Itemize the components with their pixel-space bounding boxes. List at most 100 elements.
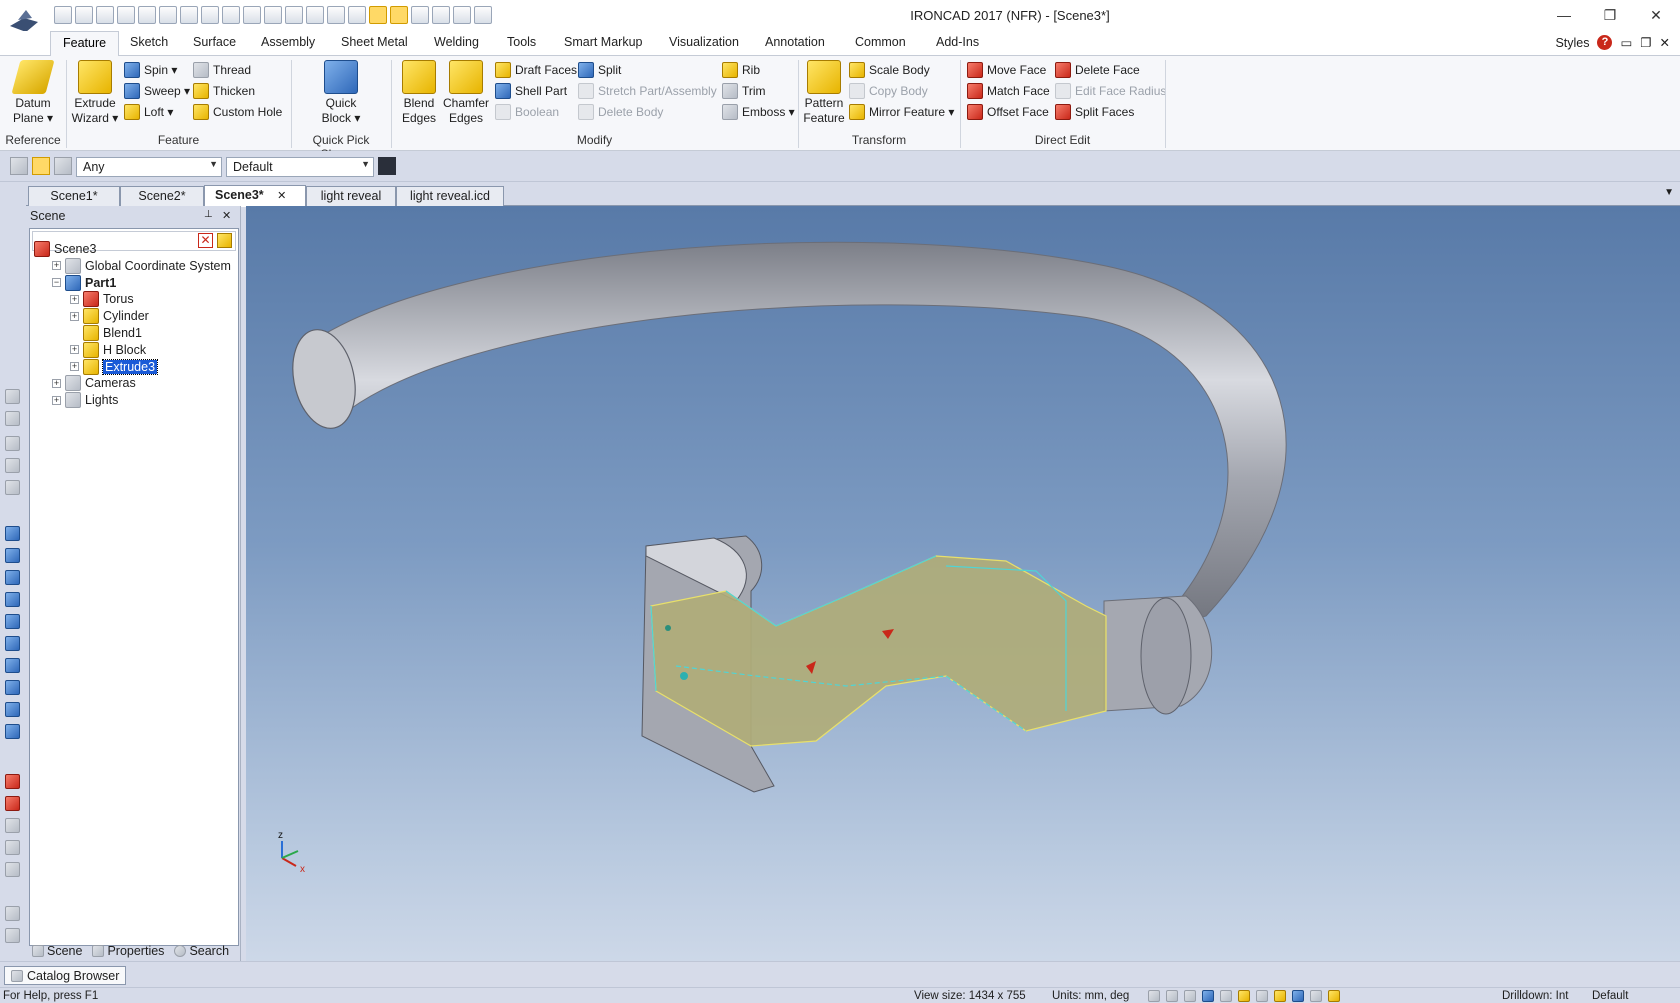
thread-button[interactable]: Thread: [193, 62, 251, 78]
tab-tools[interactable]: Tools: [507, 35, 536, 49]
styles-button[interactable]: Styles: [1555, 36, 1589, 50]
tree-expander-icon[interactable]: +: [70, 362, 79, 372]
panel-close-icon[interactable]: ✕: [222, 209, 231, 222]
draft-faces-button[interactable]: Draft Faces: [495, 62, 577, 78]
loft-button[interactable]: Loft ▾: [124, 104, 173, 120]
tree-node[interactable]: Blend1: [70, 325, 142, 341]
hierarchy-icon[interactable]: [378, 157, 396, 175]
maximize-button[interactable]: ❐: [1596, 4, 1624, 26]
edit-face-radius-button[interactable]: Edit Face Radius: [1055, 83, 1166, 99]
boolean-button[interactable]: Boolean: [495, 104, 559, 120]
catalog-browser-button[interactable]: Catalog Browser: [4, 966, 127, 985]
delete-body-button[interactable]: Delete Body: [578, 104, 663, 120]
pointer-icon[interactable]: [1328, 990, 1340, 1002]
angle-icon[interactable]: [5, 818, 20, 833]
mirror-feature-button[interactable]: Mirror Feature ▾: [849, 104, 954, 120]
zoom-icon[interactable]: [1166, 990, 1178, 1002]
view-tool-icon[interactable]: [5, 480, 20, 495]
view-orient-icon[interactable]: [5, 658, 20, 673]
tool-icon[interactable]: [1256, 990, 1268, 1002]
tree-expander-icon[interactable]: +: [52, 395, 61, 405]
extrude-wizard-button[interactable]: Extrude Wizard ▾: [70, 60, 120, 126]
tree-expander-icon[interactable]: +: [70, 311, 79, 321]
split-faces-button[interactable]: Split Faces: [1055, 104, 1134, 120]
doc-tab-scene2[interactable]: Scene2*: [120, 186, 204, 206]
delete-face-button[interactable]: Delete Face: [1055, 62, 1140, 78]
selection-filter-combo[interactable]: Any ▼: [76, 157, 222, 177]
pin-icon[interactable]: ⊥: [204, 209, 213, 220]
view-orient-icon[interactable]: [5, 680, 20, 695]
tree-node[interactable]: + Cylinder: [70, 308, 149, 325]
tab-close-icon[interactable]: ✕: [277, 190, 286, 202]
match-face-button[interactable]: Match Face: [967, 83, 1050, 99]
measure-icon[interactable]: [5, 796, 20, 811]
doc-tab-light-reveal-icd[interactable]: light reveal.icd: [396, 186, 504, 206]
tree-node[interactable]: + H Block: [70, 341, 146, 358]
ribbon-minimize-icon[interactable]: ▭: [1620, 35, 1632, 50]
panel-tab-scene[interactable]: Scene: [32, 943, 82, 959]
anchor-handle-icon[interactable]: [680, 672, 688, 680]
trim-button[interactable]: Trim: [722, 83, 766, 99]
panel-tab-search[interactable]: Search: [174, 943, 229, 959]
curve-tool-icon[interactable]: [5, 906, 20, 921]
view-tool-icon[interactable]: [5, 458, 20, 473]
move-face-button[interactable]: Move Face: [967, 62, 1046, 78]
close-button[interactable]: ✕: [1642, 4, 1670, 26]
circle-tool-icon[interactable]: [5, 862, 20, 877]
view-tool-icon[interactable]: [5, 389, 20, 404]
panel-tab-properties[interactable]: Properties: [92, 943, 164, 959]
tree-expander-icon[interactable]: −: [52, 278, 61, 288]
tab-visualization[interactable]: Visualization: [669, 35, 739, 49]
tool-icon[interactable]: [1238, 990, 1250, 1002]
tab-feature[interactable]: Feature: [50, 31, 120, 57]
snap-icon[interactable]: [1220, 990, 1232, 1002]
tool-icon[interactable]: [1292, 990, 1304, 1002]
render-icon[interactable]: [1184, 990, 1196, 1002]
view-orient-icon[interactable]: [5, 570, 20, 585]
tree-node[interactable]: + Global Coordinate System: [52, 257, 231, 274]
stretch-part-button[interactable]: Stretch Part/Assembly: [578, 83, 717, 99]
tree-expander-icon[interactable]: +: [52, 378, 61, 388]
tree-node[interactable]: Scene3: [34, 241, 96, 257]
scale-body-button[interactable]: Scale Body: [849, 62, 930, 78]
view-tool-icon[interactable]: [5, 411, 20, 426]
tree-expander-icon[interactable]: +: [52, 261, 61, 271]
view-orient-icon[interactable]: [5, 702, 20, 717]
3d-viewport[interactable]: z x: [246, 206, 1680, 961]
cylinder-body[interactable]: [1103, 595, 1213, 715]
minimize-button[interactable]: —: [1550, 4, 1578, 26]
sweep-button[interactable]: Sweep ▾: [124, 83, 190, 99]
pattern-feature-button[interactable]: Pattern Feature: [802, 60, 846, 126]
tree-expander-icon[interactable]: +: [70, 294, 79, 304]
tool-icon[interactable]: [1310, 990, 1322, 1002]
datum-plane-button[interactable]: Datum Plane ▾: [8, 60, 58, 126]
view-orient-icon[interactable]: [5, 614, 20, 629]
doc-tab-scene3[interactable]: Scene3* ✕: [204, 185, 306, 207]
view-orient-icon[interactable]: [5, 526, 20, 541]
arrow-select-icon[interactable]: [32, 157, 50, 175]
tab-sketch[interactable]: Sketch: [130, 35, 168, 49]
doc-tab-scene1[interactable]: Scene1*: [28, 186, 120, 206]
ribbon-close-icon[interactable]: ✕: [1660, 35, 1670, 50]
tab-welding[interactable]: Welding: [434, 35, 479, 49]
custom-hole-button[interactable]: Custom Hole: [193, 104, 282, 120]
tree-node[interactable]: − Part1: [52, 274, 116, 291]
blend-edges-button[interactable]: Blend Edges: [397, 60, 441, 126]
view-orient-icon[interactable]: [5, 548, 20, 563]
tab-surface[interactable]: Surface: [193, 35, 236, 49]
tab-sheet-metal[interactable]: Sheet Metal: [341, 35, 408, 49]
tabs-dropdown-icon[interactable]: ▼: [1664, 187, 1674, 198]
clear-filter-icon[interactable]: ✕: [198, 233, 213, 248]
tree-node[interactable]: + Cameras: [52, 375, 136, 392]
zoom-icon[interactable]: [1148, 990, 1160, 1002]
rib-button[interactable]: Rib: [722, 62, 760, 78]
shell-part-button[interactable]: Shell Part: [495, 83, 567, 99]
style-combo[interactable]: Default ▼: [226, 157, 374, 177]
tree-node[interactable]: + Lights: [52, 392, 118, 409]
thicken-button[interactable]: Thicken: [193, 83, 255, 99]
box-select-icon[interactable]: [54, 157, 72, 175]
emboss-button[interactable]: Emboss ▾: [722, 104, 795, 120]
doc-tab-light-reveal[interactable]: light reveal: [306, 186, 396, 206]
measure-icon[interactable]: [5, 774, 20, 789]
filter-options-icon[interactable]: [217, 233, 232, 248]
